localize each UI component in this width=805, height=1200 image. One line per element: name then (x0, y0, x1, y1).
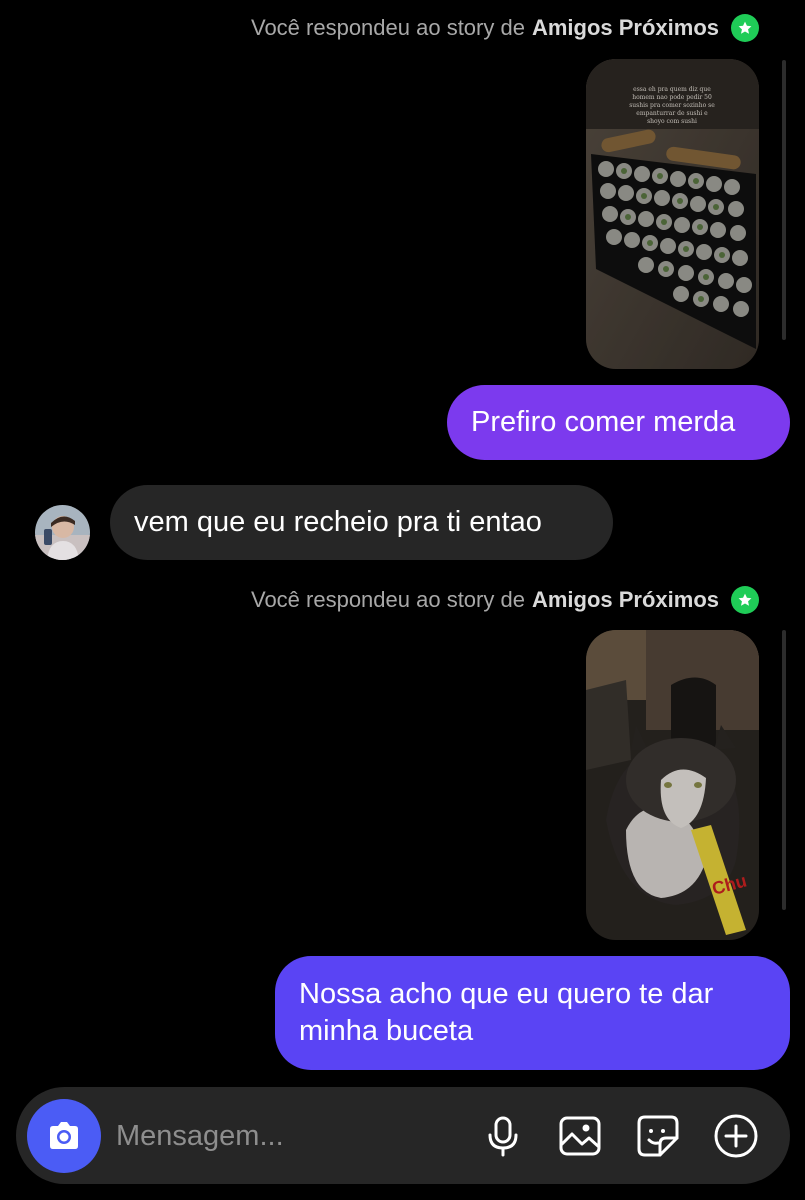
story-reply-note: Você respondeu ao story de Amigos Próxim… (251, 14, 719, 42)
received-message-bubble[interactable]: vem que eu recheio pra ti entao (110, 485, 613, 560)
story-scroll-indicator (782, 630, 786, 910)
message-text: vem que eu recheio pra ti entao (134, 506, 542, 538)
close-friends-star-icon (731, 14, 759, 42)
camera-icon (50, 1122, 78, 1149)
story-reply-prefix: Você respondeu ao story de (250, 587, 525, 612)
story-thumbnail-sushi[interactable]: essa eh pra quem diz que homem nao pode … (586, 59, 759, 369)
plus-icon[interactable] (713, 1113, 759, 1159)
story-reply-note: Você respondeu ao story de Amigos Próxim… (251, 586, 719, 614)
story-reply-target[interactable]: Amigos Próximos (532, 587, 719, 613)
story-scroll-indicator (782, 60, 786, 340)
story-thumbnail-cat[interactable]: Chu (586, 630, 759, 940)
story-reply-prefix: Você respondeu ao story de (250, 15, 525, 40)
microphone-icon[interactable] (480, 1113, 526, 1159)
story-reply-target[interactable]: Amigos Próximos (532, 15, 719, 41)
message-text: Prefiro comer merda (471, 406, 736, 438)
gallery-icon[interactable] (557, 1113, 603, 1159)
message-composer (16, 1087, 790, 1184)
camera-button[interactable] (27, 1099, 101, 1173)
message-text: Nossa acho que eu quero te dar minha buc… (299, 978, 714, 1047)
message-input[interactable] (116, 1112, 356, 1160)
user-avatar[interactable] (35, 505, 90, 560)
sticker-icon[interactable] (635, 1113, 681, 1159)
close-friends-star-icon (731, 586, 759, 614)
sent-message-bubble[interactable]: Prefiro comer merda (447, 385, 790, 460)
sent-message-bubble[interactable]: Nossa acho que eu quero te dar minha buc… (275, 956, 790, 1070)
